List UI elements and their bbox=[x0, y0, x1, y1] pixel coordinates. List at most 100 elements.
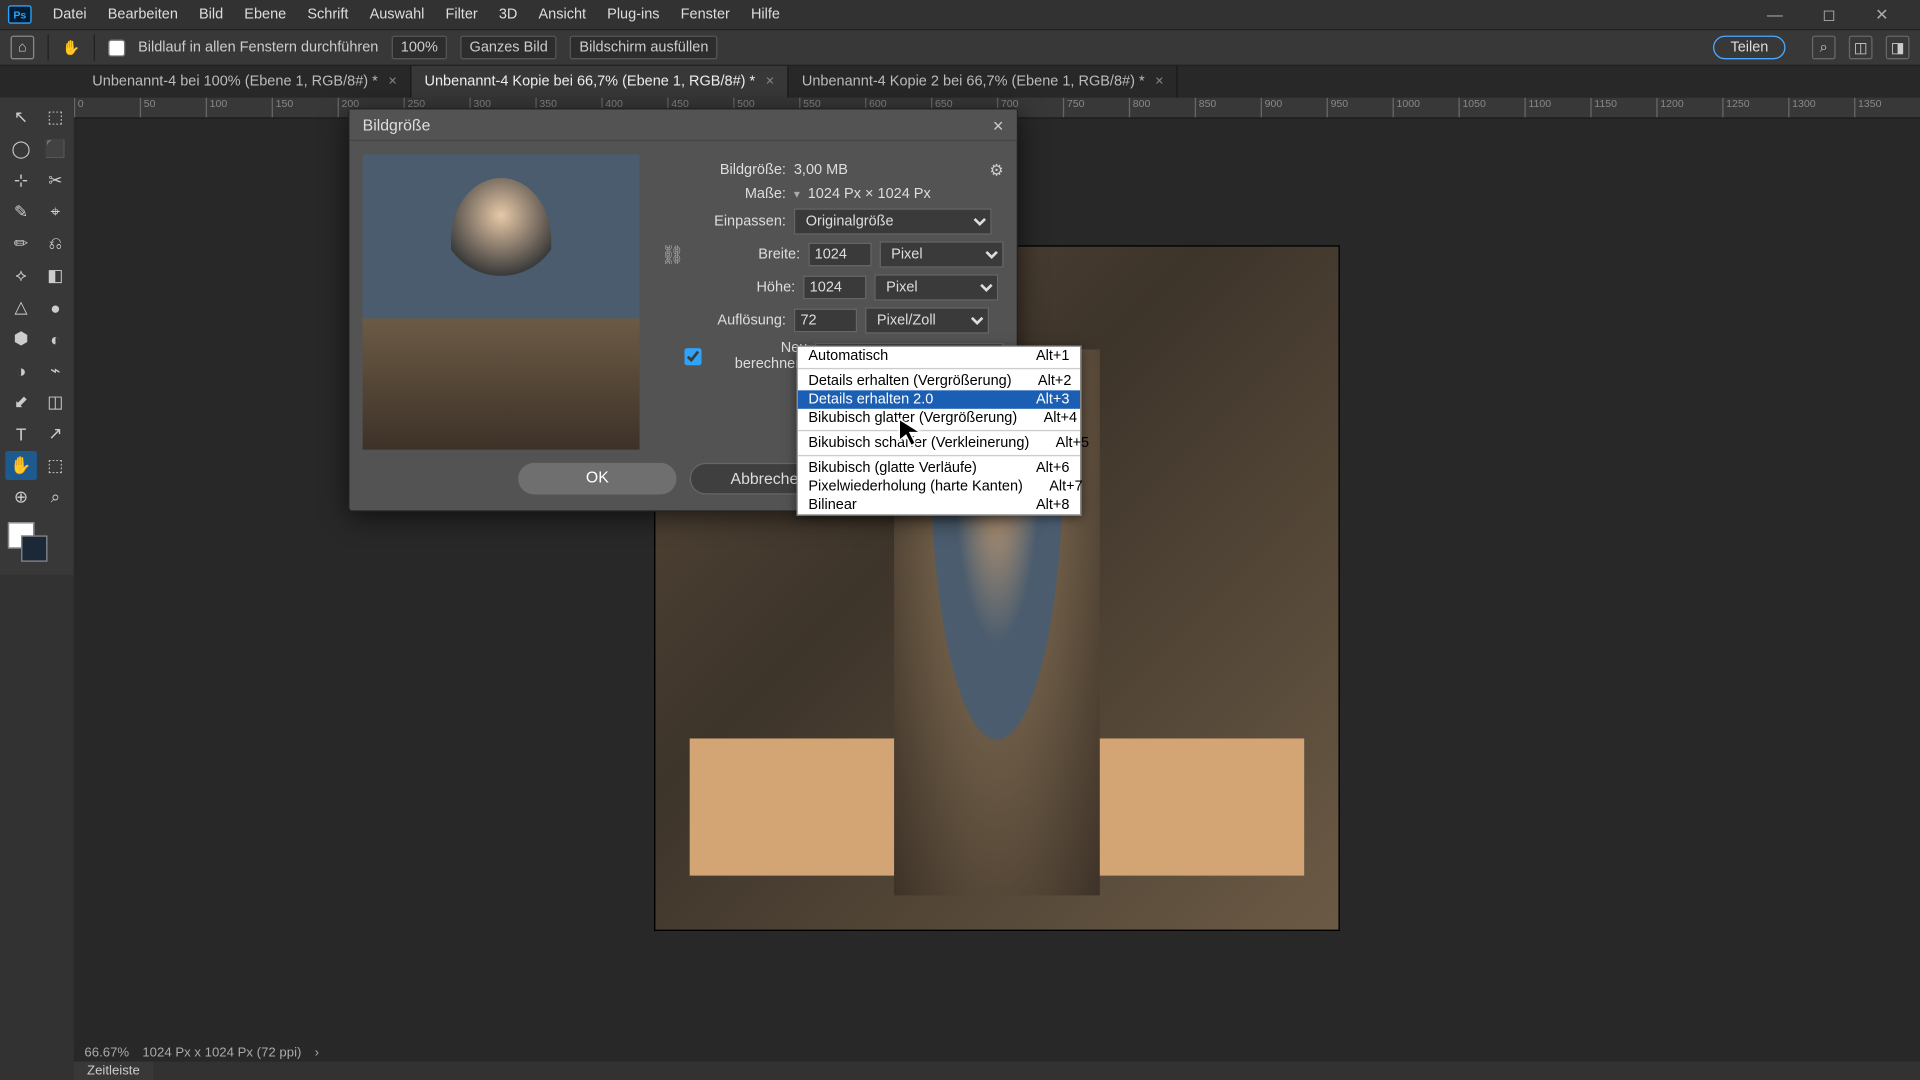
window-maximize-icon[interactable]: ◻ bbox=[1812, 5, 1846, 23]
menu-datei[interactable]: Datei bbox=[42, 7, 97, 23]
resample-checkbox[interactable] bbox=[684, 347, 701, 364]
fit-screen-button[interactable]: Ganzes Bild bbox=[460, 36, 557, 60]
tool-button[interactable]: ⬚ bbox=[40, 103, 72, 132]
tool-button[interactable]: ◐ bbox=[40, 324, 72, 353]
tool-button[interactable]: ⎌ bbox=[40, 229, 72, 258]
menu-auswahl[interactable]: Auswahl bbox=[359, 7, 435, 23]
tool-button[interactable]: ◯ bbox=[5, 135, 37, 164]
option-label: Bikubisch schärfer (Verkleinerung) bbox=[808, 435, 1029, 451]
tool-button[interactable]: ✎ bbox=[5, 198, 37, 227]
menu-ansicht[interactable]: Ansicht bbox=[528, 7, 597, 23]
ruler-tick: 1050 bbox=[1458, 98, 1524, 118]
tool-button[interactable]: ⬛ bbox=[40, 135, 72, 164]
document-tab[interactable]: Unbenannt-4 bei 100% (Ebene 1, RGB/8#) *… bbox=[79, 66, 411, 98]
tool-button[interactable]: ⌕ bbox=[40, 483, 72, 512]
tool-button[interactable]: T bbox=[5, 419, 37, 448]
tool-button[interactable]: ↗ bbox=[40, 419, 72, 448]
tool-palette: ↖⬚◯⬛⊹✂✎⌖✏⎌⟡◧△●⬢◐◑⌁⬋◫T↗✋⬚⊕⌕ bbox=[0, 98, 74, 575]
window-minimize-icon[interactable]: — bbox=[1756, 5, 1793, 23]
dropdown-option[interactable]: Bikubisch schärfer (Verkleinerung)Alt+5 bbox=[798, 434, 1080, 452]
close-icon[interactable]: × bbox=[993, 114, 1004, 135]
panel-toggle-icon[interactable]: ◨ bbox=[1886, 36, 1910, 60]
height-unit-select[interactable]: Pixel bbox=[874, 274, 998, 300]
menu-plugins[interactable]: Plug-ins bbox=[597, 7, 671, 23]
status-zoom[interactable]: 66.67% bbox=[84, 1045, 129, 1060]
tool-button[interactable]: ◫ bbox=[40, 388, 72, 417]
option-shortcut: Alt+3 bbox=[1010, 392, 1070, 408]
zoom-value[interactable]: 100% bbox=[392, 36, 448, 60]
tool-button[interactable]: ⌖ bbox=[40, 198, 72, 227]
menu-hilfe[interactable]: Hilfe bbox=[740, 7, 790, 23]
tool-button[interactable]: ● bbox=[40, 293, 72, 322]
close-tab-icon[interactable]: × bbox=[766, 74, 774, 90]
width-input[interactable] bbox=[808, 243, 871, 267]
link-icon[interactable]: ⛓ bbox=[661, 243, 684, 265]
search-icon[interactable]: ⌕ bbox=[1812, 36, 1836, 60]
resolution-unit-select[interactable]: Pixel/Zoll bbox=[865, 307, 989, 333]
height-input[interactable] bbox=[803, 276, 866, 300]
tool-button[interactable]: ⟡ bbox=[5, 261, 37, 290]
dropdown-option[interactable]: BilinearAlt+8 bbox=[798, 496, 1080, 514]
tool-button[interactable]: ⬋ bbox=[5, 388, 37, 417]
tool-button[interactable]: △ bbox=[5, 293, 37, 322]
dropdown-option[interactable]: Details erhalten (Vergrößerung)Alt+2 bbox=[798, 372, 1080, 390]
resolution-label: Auflösung: bbox=[661, 313, 786, 329]
tool-button[interactable]: ✋ bbox=[5, 451, 37, 480]
status-info: 1024 Px x 1024 Px (72 ppi) bbox=[142, 1045, 301, 1060]
width-unit-select[interactable]: Pixel bbox=[879, 241, 1003, 267]
tool-button[interactable]: ✏ bbox=[5, 229, 37, 258]
photoshop-logo-icon: Ps bbox=[8, 5, 32, 23]
dropdown-option[interactable]: Pixelwiederholung (harte Kanten)Alt+7 bbox=[798, 477, 1080, 495]
dialog-titlebar[interactable]: Bildgröße × bbox=[349, 109, 1016, 141]
ruler-tick: 100 bbox=[206, 98, 272, 118]
fit-to-select[interactable]: Originalgröße bbox=[794, 208, 992, 234]
menu-filter[interactable]: Filter bbox=[435, 7, 488, 23]
menu-bearbeiten[interactable]: Bearbeiten bbox=[97, 7, 188, 23]
background-color-swatch[interactable] bbox=[21, 535, 47, 561]
image-size-value: 3,00 MB bbox=[794, 162, 848, 178]
menu-bild[interactable]: Bild bbox=[188, 7, 233, 23]
ok-button[interactable]: OK bbox=[518, 463, 676, 495]
chevron-down-icon[interactable]: ▾ bbox=[794, 187, 800, 202]
dimensions-value: 1024 Px × 1024 Px bbox=[808, 186, 931, 202]
close-tab-icon[interactable]: × bbox=[1155, 74, 1163, 90]
dropdown-option[interactable]: Bikubisch (glatte Verläufe)Alt+6 bbox=[798, 459, 1080, 477]
menu-3d[interactable]: 3D bbox=[488, 7, 528, 23]
tool-button[interactable]: ◑ bbox=[5, 356, 37, 385]
document-tab[interactable]: Unbenannt-4 Kopie 2 bei 66,7% (Ebene 1, … bbox=[789, 66, 1178, 98]
fill-screen-button[interactable]: Bildschirm ausfüllen bbox=[570, 36, 717, 60]
document-tab-label: Unbenannt-4 bei 100% (Ebene 1, RGB/8#) * bbox=[92, 74, 377, 90]
tool-button[interactable]: ⌁ bbox=[40, 356, 72, 385]
menu-schrift[interactable]: Schrift bbox=[297, 7, 359, 23]
share-button[interactable]: Teilen bbox=[1713, 36, 1785, 60]
hand-tool-icon[interactable]: ✋ bbox=[62, 39, 80, 56]
document-tab[interactable]: Unbenannt-4 Kopie bei 66,7% (Ebene 1, RG… bbox=[411, 66, 788, 98]
timeline-panel-tab[interactable]: Zeitleiste bbox=[74, 1062, 153, 1080]
height-label: Höhe: bbox=[692, 280, 795, 296]
home-icon[interactable]: ⌂ bbox=[11, 36, 35, 60]
option-label: Details erhalten (Vergrößerung) bbox=[808, 373, 1011, 389]
menu-ebene[interactable]: Ebene bbox=[234, 7, 297, 23]
window-close-icon[interactable]: ✕ bbox=[1865, 5, 1899, 23]
tool-button[interactable]: ⬢ bbox=[5, 324, 37, 353]
document-tabs: Unbenannt-4 bei 100% (Ebene 1, RGB/8#) *… bbox=[0, 66, 1920, 98]
dialog-title: Bildgröße bbox=[363, 115, 431, 133]
gear-icon[interactable]: ⚙ bbox=[989, 161, 1003, 179]
chevron-right-icon[interactable]: › bbox=[315, 1045, 319, 1060]
tool-button[interactable]: ⬚ bbox=[40, 451, 72, 480]
tool-button[interactable]: ↖ bbox=[5, 103, 37, 132]
dropdown-option[interactable]: AutomatischAlt+1 bbox=[798, 347, 1080, 365]
ruler-tick: 0 bbox=[74, 98, 140, 118]
tool-button[interactable]: ◧ bbox=[40, 261, 72, 290]
workspace-icon[interactable]: ◫ bbox=[1849, 36, 1873, 60]
dropdown-option[interactable]: Details erhalten 2.0Alt+3 bbox=[798, 390, 1080, 408]
menu-bar: Ps Datei Bearbeiten Bild Ebene Schrift A… bbox=[0, 0, 1920, 29]
menu-fenster[interactable]: Fenster bbox=[670, 7, 740, 23]
scroll-all-windows-checkbox[interactable] bbox=[108, 39, 125, 56]
tool-button[interactable]: ✂ bbox=[40, 166, 72, 195]
tool-button[interactable]: ⊕ bbox=[5, 483, 37, 512]
resolution-input[interactable] bbox=[794, 309, 857, 333]
tool-button[interactable]: ⊹ bbox=[5, 166, 37, 195]
close-tab-icon[interactable]: × bbox=[388, 74, 396, 90]
dropdown-option[interactable]: Bikubisch glatter (Vergrößerung)Alt+4 bbox=[798, 409, 1080, 427]
